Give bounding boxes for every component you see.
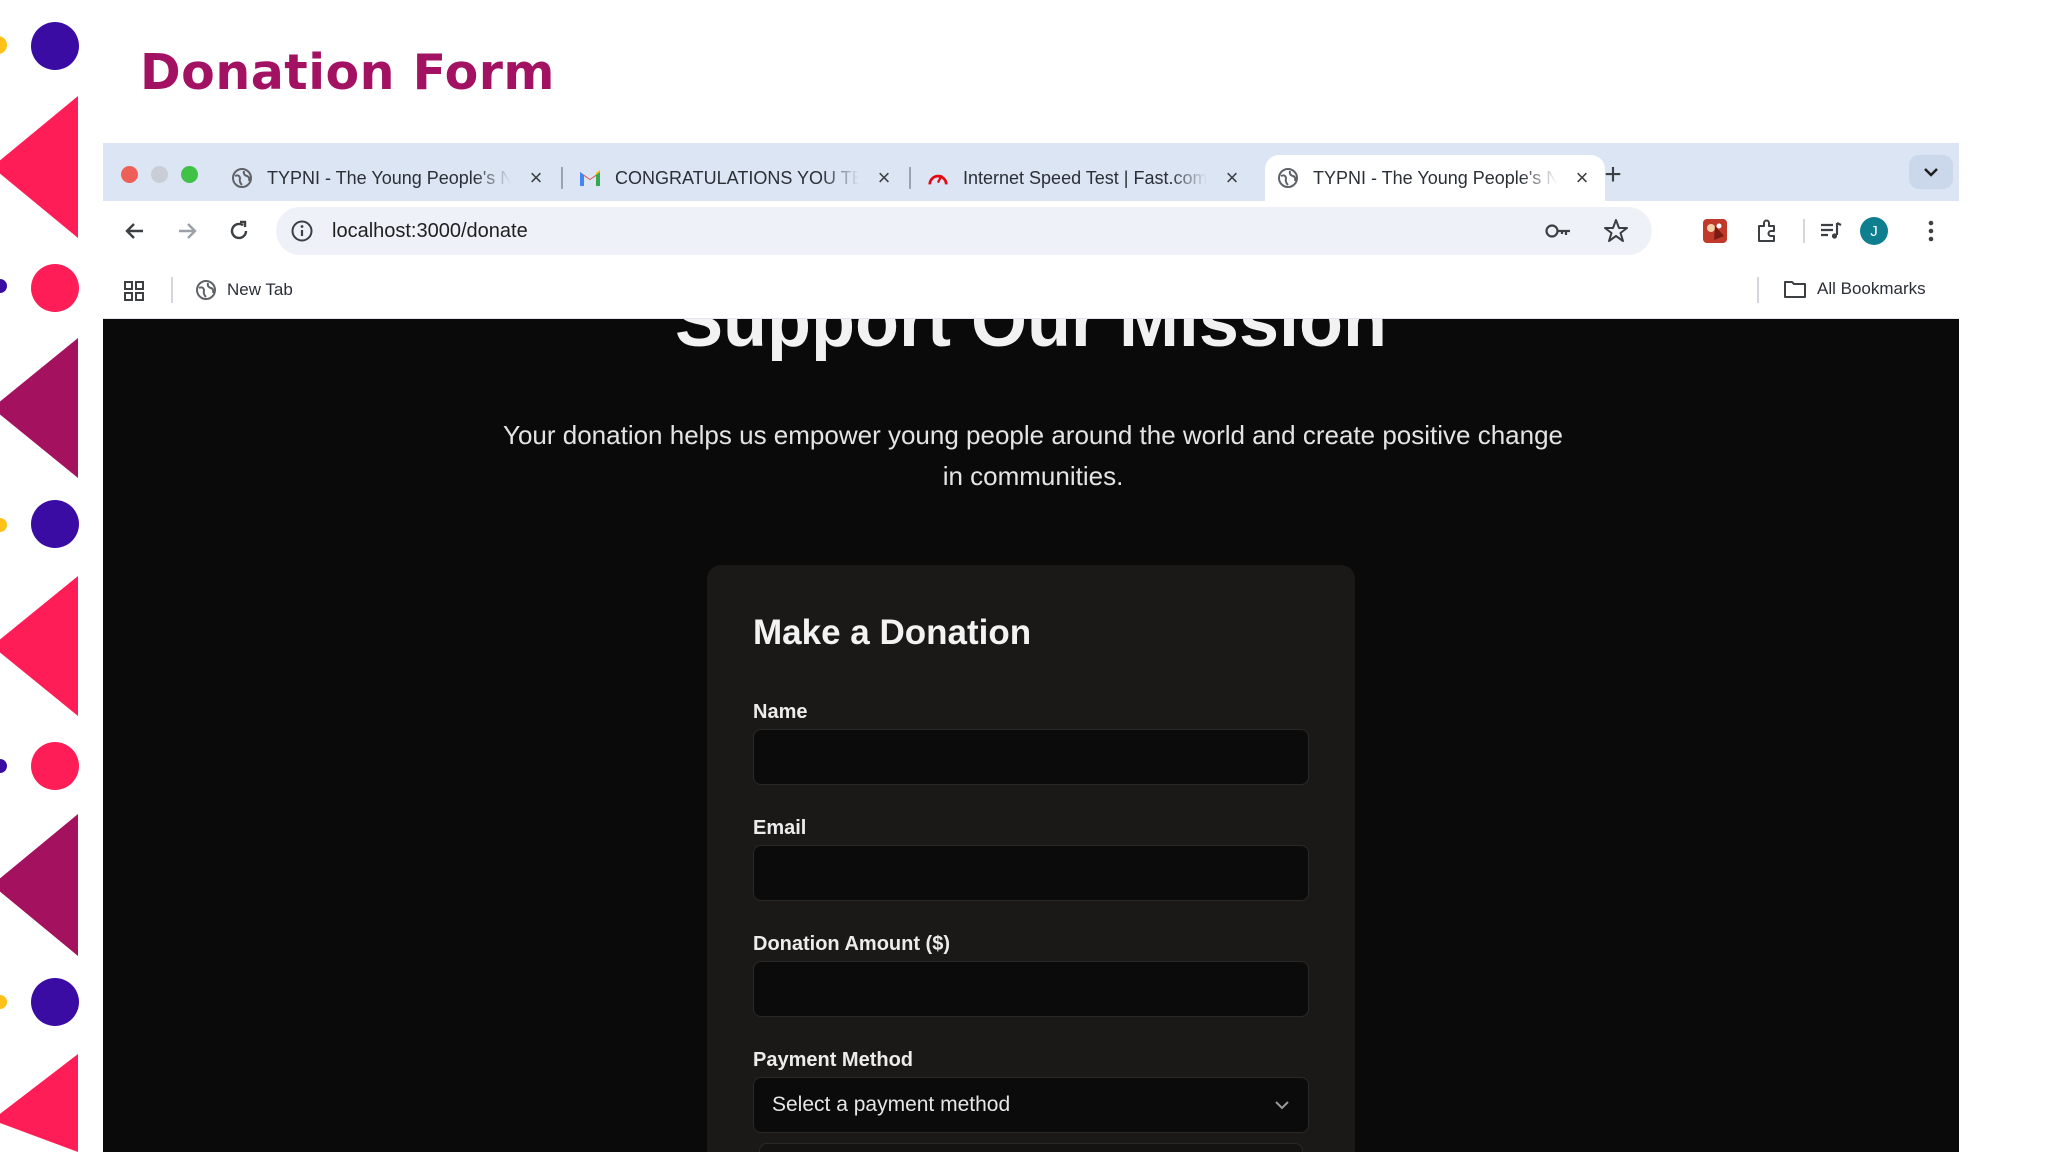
new-tab-button[interactable]: +: [1595, 157, 1631, 193]
reload-icon: [230, 220, 248, 240]
donation-amount-field[interactable]: [753, 961, 1309, 1017]
next-form-field[interactable]: [759, 1143, 1303, 1152]
browser-window: TYPNI - The Young People's Network Inter…: [103, 143, 1959, 1152]
tab-title: Internet Speed Test | Fast.com: [963, 167, 1207, 188]
tab-gmail[interactable]: CONGRATULATIONS YOU TEAM ×: [567, 155, 907, 201]
tab-separator: [909, 167, 911, 189]
hero-title: Support Our Mission: [675, 319, 1387, 362]
extension-button[interactable]: [1697, 213, 1733, 249]
email-label: Email: [753, 817, 807, 839]
gauge-icon: [927, 167, 949, 189]
close-tab-icon[interactable]: ×: [1221, 165, 1243, 190]
tab-typni-1[interactable]: TYPNI - The Young People's Network Inter…: [219, 155, 559, 201]
site-info-icon[interactable]: [290, 219, 314, 243]
bookmarks-separator: [171, 277, 173, 303]
toolbar-separator: [1803, 219, 1805, 243]
reload-button[interactable]: [221, 213, 257, 249]
chevron-down-icon: [1924, 168, 1938, 177]
profile-avatar[interactable]: J: [1860, 217, 1888, 245]
apps-grid-icon: [124, 281, 144, 301]
amount-label: Donation Amount ($): [753, 933, 951, 955]
donation-form-card: Make a Donation Name Email Donation Amou…: [707, 565, 1355, 1152]
extension-app-icon: [1703, 219, 1727, 243]
bookmark-star-icon[interactable]: [1602, 217, 1630, 245]
bookmark-label: New Tab: [227, 280, 293, 299]
tab-title: CONGRATULATIONS YOU TEAM: [615, 167, 859, 188]
globe-icon: [231, 167, 253, 189]
tab-title: TYPNI - The Young People's Network Inter…: [1313, 167, 1557, 188]
more-vert-icon: [1928, 220, 1934, 242]
chevron-down-icon: [1275, 1101, 1289, 1110]
folder-icon: [1784, 281, 1806, 298]
close-tab-icon[interactable]: ×: [1571, 165, 1593, 190]
puzzle-icon: [1758, 219, 1775, 242]
arrow-right-icon: [179, 223, 197, 239]
browser-menu-button[interactable]: [1913, 213, 1949, 249]
page-viewport: Support Our Mission Your donation helps …: [103, 319, 1959, 1152]
name-field[interactable]: [753, 729, 1309, 785]
form-heading: Make a Donation: [753, 613, 1032, 652]
all-bookmarks-label: All Bookmarks: [1817, 279, 1926, 298]
tab-search-button[interactable]: [1909, 155, 1953, 189]
media-controls-button[interactable]: [1813, 213, 1849, 249]
tab-strip: TYPNI - The Young People's Network Inter…: [103, 143, 1959, 201]
apps-button[interactable]: [123, 280, 145, 307]
browser-toolbar: localhost:3000/donate J: [103, 201, 1959, 261]
window-close-button[interactable]: [121, 166, 138, 183]
email-field[interactable]: [753, 845, 1309, 901]
gmail-icon: [579, 167, 601, 189]
globe-icon: [196, 280, 216, 300]
arrow-left-icon: [125, 223, 143, 239]
all-bookmarks-button[interactable]: All Bookmarks: [1783, 279, 1926, 299]
hero-subtitle: Your donation helps us empower young peo…: [503, 420, 1563, 491]
payment-method-select[interactable]: Select a payment method: [753, 1077, 1309, 1133]
name-label: Name: [753, 701, 808, 723]
close-tab-icon[interactable]: ×: [873, 165, 895, 190]
back-button[interactable]: [117, 213, 153, 249]
bookmarks-separator: [1757, 277, 1759, 303]
extensions-button[interactable]: [1749, 213, 1785, 249]
close-tab-icon[interactable]: ×: [525, 165, 547, 190]
bookmark-new-tab[interactable]: New Tab: [195, 279, 293, 301]
window-minimize-button[interactable]: [151, 166, 168, 183]
window-maximize-button[interactable]: [181, 166, 198, 183]
decorative-shapes: [0, 0, 100, 1152]
password-key-icon[interactable]: [1544, 219, 1572, 243]
forward-button[interactable]: [169, 213, 205, 249]
bookmarks-bar: New Tab All Bookmarks: [103, 261, 1959, 319]
url-text: localhost:3000/donate: [332, 220, 528, 242]
address-bar[interactable]: localhost:3000/donate: [276, 207, 1652, 255]
payment-method-label: Payment Method: [753, 1049, 914, 1071]
decorative-pattern: [0, 22, 79, 1152]
playlist-icon: [1821, 222, 1842, 239]
globe-icon: [1277, 167, 1299, 189]
tab-fast-com[interactable]: Internet Speed Test | Fast.com ×: [915, 155, 1255, 201]
tab-typni-active[interactable]: TYPNI - The Young People's Network Inter…: [1265, 155, 1605, 201]
payment-method-placeholder: Select a payment method: [772, 1093, 1011, 1116]
slide-title: Donation Form: [140, 44, 555, 101]
tab-title: TYPNI - The Young People's Network Inter…: [267, 167, 511, 188]
tab-separator: [561, 167, 563, 189]
